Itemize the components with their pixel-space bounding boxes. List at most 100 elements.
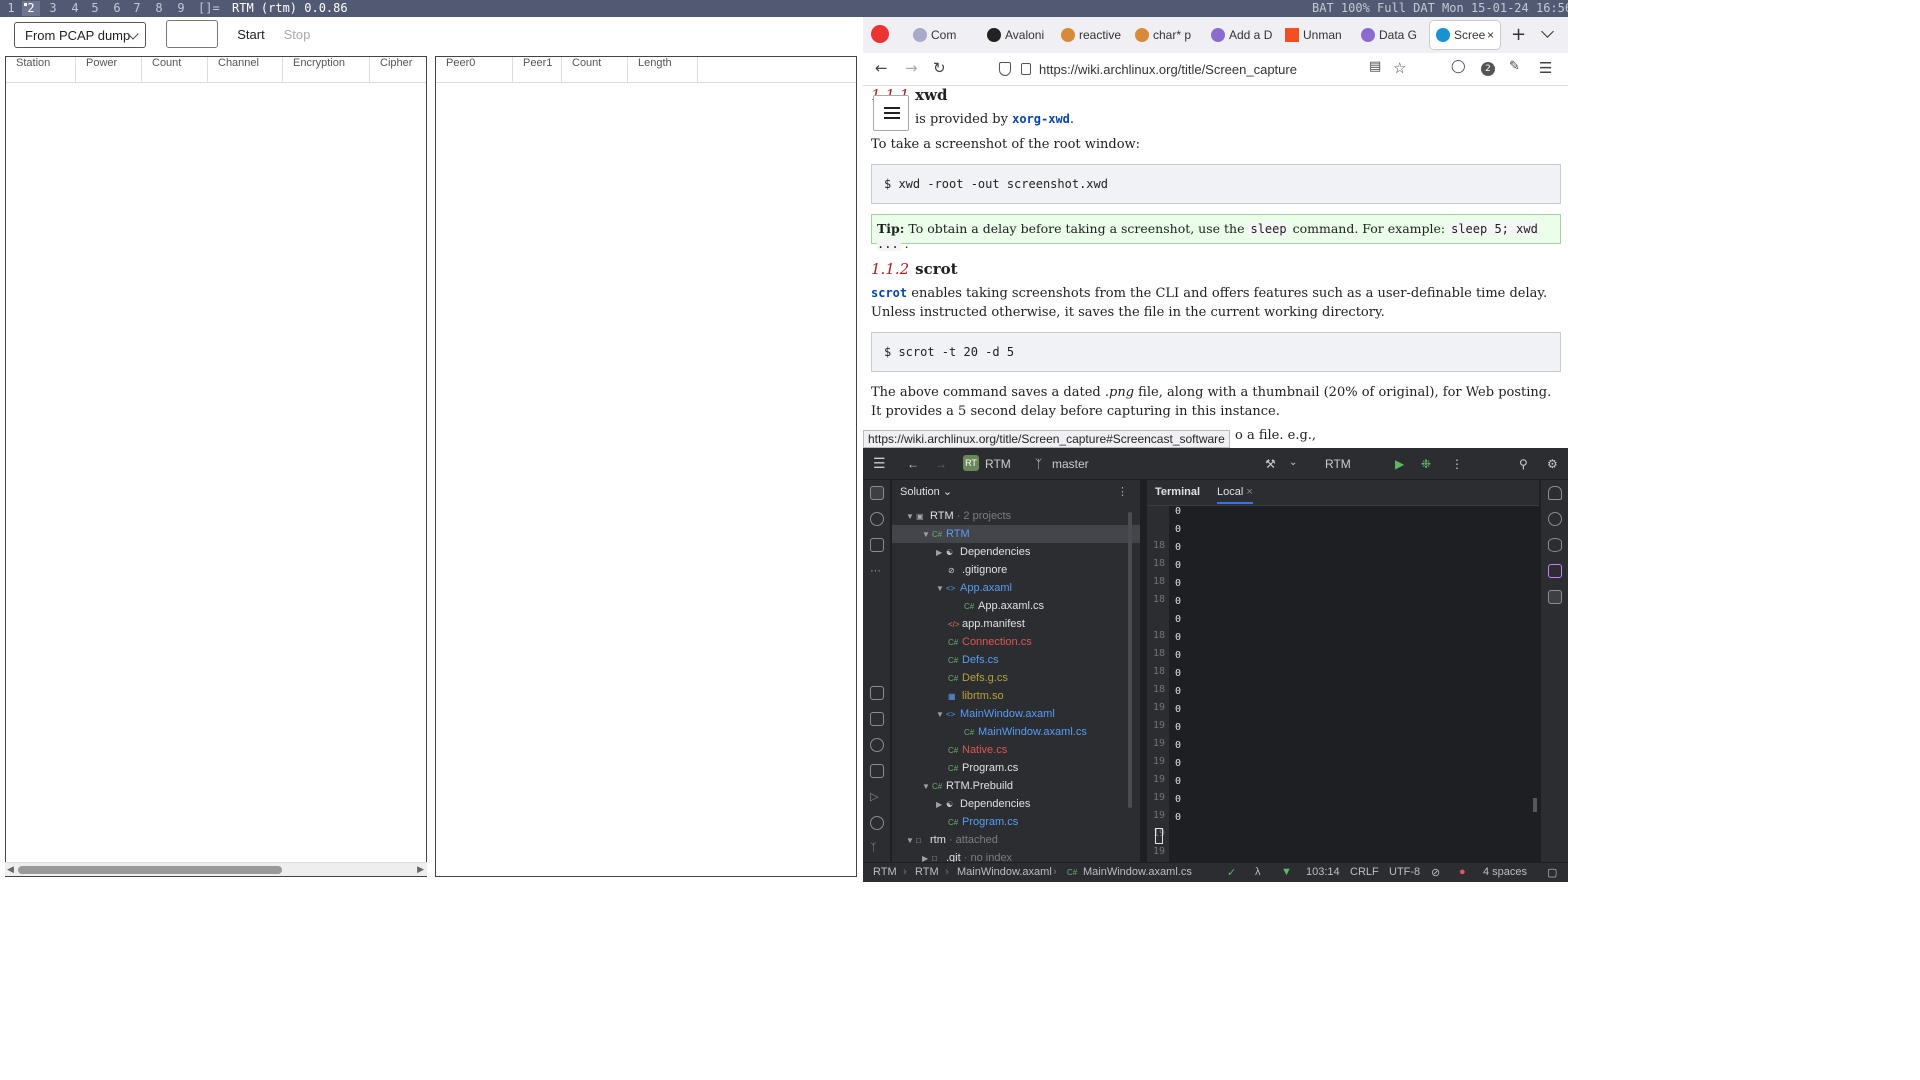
tree-node[interactable]: C# Program.cs	[892, 813, 1140, 831]
database-icon[interactable]	[1548, 538, 1562, 552]
scroll-left-arrow-icon[interactable]: ◀	[7, 865, 14, 875]
tree-node[interactable]: C# Defs.g.cs	[892, 669, 1140, 687]
column-header[interactable]: Channel	[208, 57, 283, 83]
package-link[interactable]: xorg-xwd	[1012, 112, 1070, 126]
capture-source-select[interactable]: From PCAP dump	[14, 22, 146, 48]
stations-horizontal-scrollbar[interactable]: ◀ ▶	[5, 862, 427, 876]
scrollbar-thumb[interactable]	[18, 866, 282, 874]
new-tab-icon[interactable]: +	[1511, 24, 1526, 45]
start-button[interactable]: Start	[230, 25, 272, 45]
error-icon[interactable]: ●	[1459, 866, 1466, 878]
tree-node[interactable]: </> app.manifest	[892, 615, 1140, 633]
run-tool-icon[interactable]: ▷	[870, 790, 884, 804]
debug-icon[interactable]	[870, 764, 884, 778]
workspace-tag[interactable]: 9	[172, 1, 190, 16]
plugin-icon[interactable]	[1548, 564, 1562, 578]
tree-scrollbar[interactable]	[1128, 512, 1132, 808]
account-badge[interactable]: 2	[1481, 62, 1495, 76]
column-header[interactable]: Station	[6, 57, 76, 83]
browser-tab[interactable]: char* p	[1129, 21, 1201, 49]
firefox-view-icon[interactable]	[871, 25, 889, 43]
file-encoding[interactable]: UTF-8	[1389, 866, 1420, 878]
tree-node[interactable]: C# Native.cs	[892, 741, 1140, 759]
build-icon[interactable]	[870, 686, 884, 700]
main-menu-icon[interactable]: ☰	[873, 455, 886, 472]
tree-node[interactable]: ⊘ .gitignore	[892, 561, 1140, 579]
terminal-tab[interactable]: Terminal	[1155, 486, 1200, 498]
pocket-icon[interactable]: ◯	[1451, 59, 1466, 74]
debug-bug-icon[interactable]: ❉	[1421, 457, 1431, 471]
tree-node[interactable]: ▶ ☯ Dependencies	[892, 543, 1140, 561]
hamburger-menu-icon[interactable]: ☰	[1539, 59, 1552, 77]
chevron-down-icon[interactable]: ⌄	[1289, 457, 1297, 468]
close-tab-icon[interactable]: ×	[1487, 21, 1494, 49]
terminal-session-tab[interactable]: Local ×	[1217, 486, 1253, 504]
browser-tab-active[interactable]: Scree ×	[1430, 21, 1500, 49]
run-icon[interactable]: ▶	[1395, 457, 1404, 471]
run-config-selector[interactable]: RTM	[1325, 457, 1351, 471]
forward-arrow-icon[interactable]: →	[905, 59, 918, 77]
more-options-icon[interactable]: ⋮	[1117, 485, 1128, 498]
workspace-tag-active[interactable]: 2	[22, 1, 40, 16]
tree-node[interactable]: C# Connection.cs	[892, 633, 1140, 651]
project-selector[interactable]: RTM	[985, 457, 1011, 471]
extensions-icon[interactable]: ✎	[1509, 59, 1520, 74]
settings-gear-icon[interactable]: ⚙	[1547, 457, 1558, 471]
shield-icon[interactable]	[999, 62, 1011, 76]
browser-tab[interactable]: Avaloni	[981, 21, 1049, 49]
solution-view-selector[interactable]: Solution ⌄	[900, 485, 952, 498]
column-header[interactable]: Count	[562, 57, 628, 83]
layout-indicator[interactable]: []=	[198, 1, 220, 15]
browser-tab[interactable]: reactive	[1055, 21, 1123, 49]
tree-node[interactable]: ▼ ▣ RTM · 2 projects	[892, 507, 1140, 525]
tree-node[interactable]: ▶ ☯ Dependencies	[892, 795, 1140, 813]
column-header[interactable]: Peer1	[513, 57, 562, 83]
stations-table[interactable]: Station Power Count Channel Encryption C…	[5, 56, 427, 877]
tree-node[interactable]: ▼ <> App.axaml	[892, 579, 1140, 597]
column-header[interactable]: Encryption	[283, 57, 370, 83]
tree-node[interactable]: ▼ C# RTM.Prebuild	[892, 777, 1140, 795]
interface-input[interactable]	[166, 20, 218, 48]
services-icon[interactable]	[870, 738, 884, 752]
terminal-scrollbar[interactable]	[1533, 798, 1537, 812]
workspace-tag[interactable]: 4	[66, 1, 84, 16]
bookmark-star-icon[interactable]: ☆	[1393, 59, 1406, 77]
workspace-tag[interactable]: 6	[108, 1, 126, 16]
chevron-down-icon[interactable]	[1541, 25, 1554, 38]
tree-node[interactable]: ▼ □ rtm · attached	[892, 831, 1140, 849]
browser-tab[interactable]: Data G	[1355, 21, 1423, 49]
cursor-position[interactable]: 103:14	[1306, 866, 1340, 878]
filter-icon[interactable]: ▼	[1281, 866, 1292, 878]
column-header[interactable]: Count	[142, 57, 208, 83]
structure-icon[interactable]	[870, 538, 884, 552]
breadcrumb-item[interactable]: MainWindow.axaml.cs	[1083, 866, 1192, 878]
tree-node[interactable]: ▦ librtm.so	[892, 687, 1140, 705]
lock-icon[interactable]	[1021, 63, 1031, 75]
lock-icon[interactable]: ▢	[1547, 866, 1557, 879]
browser-tab[interactable]: Add a D	[1205, 21, 1273, 49]
commit-icon[interactable]	[870, 512, 884, 526]
workspace-tag[interactable]: 5	[86, 1, 104, 16]
forward-arrow-icon[interactable]: →	[935, 457, 947, 471]
folder-icon[interactable]	[870, 486, 884, 500]
column-header[interactable]: Cipher	[370, 57, 426, 83]
breadcrumb-item[interactable]: MainWindow.axaml	[957, 866, 1052, 878]
problems-icon[interactable]	[870, 816, 884, 830]
ai-assistant-icon[interactable]	[1548, 512, 1562, 526]
more-actions-icon[interactable]: ⋮	[1451, 457, 1463, 471]
column-header[interactable]: Peer0	[436, 57, 513, 83]
line-ending[interactable]: CRLF	[1350, 866, 1379, 878]
workspace-tag[interactable]: 8	[150, 1, 168, 16]
connections-table[interactable]: Peer0 Peer1 Count Length	[435, 56, 857, 877]
workspace-tag[interactable]: 3	[44, 1, 62, 16]
tree-node[interactable]: C# MainWindow.axaml.cs	[892, 723, 1140, 741]
notifications-bell-icon[interactable]	[1548, 486, 1562, 500]
stop-button[interactable]: Stop	[278, 25, 316, 45]
table-of-contents-button[interactable]	[873, 95, 909, 131]
terminal-icon[interactable]	[1548, 590, 1562, 604]
git-icon[interactable]: ᛉ	[870, 842, 884, 856]
tree-node[interactable]: C# App.axaml.cs	[892, 597, 1140, 615]
inspection-ok-icon[interactable]: ✓	[1227, 866, 1236, 879]
lambda-icon[interactable]: λ	[1255, 866, 1261, 878]
workspace-tag[interactable]: 1	[2, 1, 20, 16]
